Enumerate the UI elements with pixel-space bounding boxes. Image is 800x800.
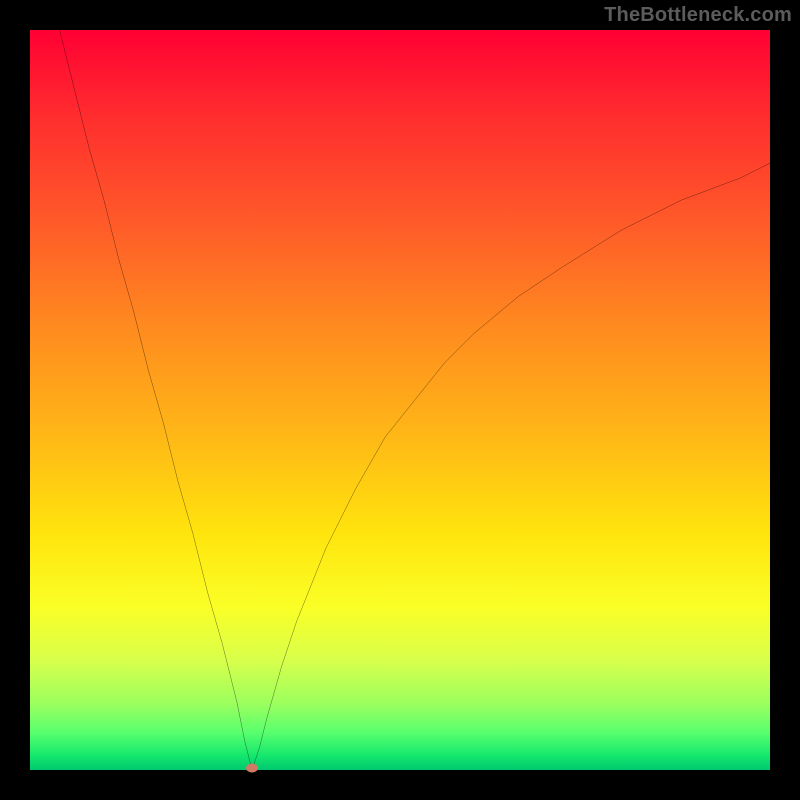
watermark-text: TheBottleneck.com: [604, 4, 792, 27]
minimum-marker: [246, 764, 258, 773]
outer-frame: TheBottleneck.com: [0, 0, 800, 800]
plot-area: [30, 30, 770, 770]
bottleneck-curve: [30, 30, 770, 770]
